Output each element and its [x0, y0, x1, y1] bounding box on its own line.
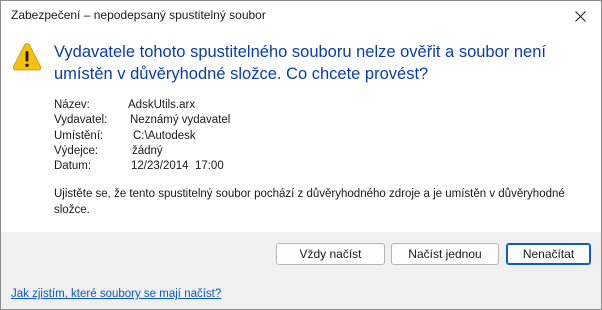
location-value: C:\Autodesk: [133, 129, 196, 142]
load-once-button[interactable]: Načíst jednou: [391, 243, 499, 265]
issuer-value: žádný: [132, 144, 163, 157]
always-load-button[interactable]: Vždy načíst: [276, 243, 385, 265]
issuer-label: Výdejce:: [54, 144, 99, 157]
name-value: AdskUtils.arx: [128, 99, 196, 111]
help-link[interactable]: Jak zjistím, které soubory se mají načís…: [11, 288, 221, 300]
dialog-heading: Vydavatele tohoto spustitelného souboru …: [54, 43, 546, 83]
name-label: Název:: [54, 99, 90, 111]
window-title: Zabezpečení – nepodepsaný spustitelný so…: [11, 8, 266, 22]
date-value: 12/23/2014 17:00: [131, 160, 224, 173]
trust-message: Ujistěte se, že tento spustitelný soubor…: [54, 188, 565, 216]
dialog-footer: Vždy načíst Načíst jednou Nenačítat Jak …: [1, 232, 601, 309]
title-bar: Zabezpečení – nepodepsaný spustitelný so…: [1, 1, 601, 31]
publisher-value: Neznámý vydavatel: [130, 114, 231, 127]
location-label: Umístění:: [54, 129, 104, 142]
close-button[interactable]: [565, 5, 595, 27]
close-icon: [574, 10, 586, 22]
publisher-label: Vydavatel:: [54, 114, 108, 127]
warning-icon: [12, 43, 42, 71]
date-label: Datum:: [54, 160, 92, 173]
security-dialog: Zabezpečení – nepodepsaný spustitelný so…: [0, 0, 602, 310]
do-not-load-button[interactable]: Nenačítat: [506, 243, 591, 265]
